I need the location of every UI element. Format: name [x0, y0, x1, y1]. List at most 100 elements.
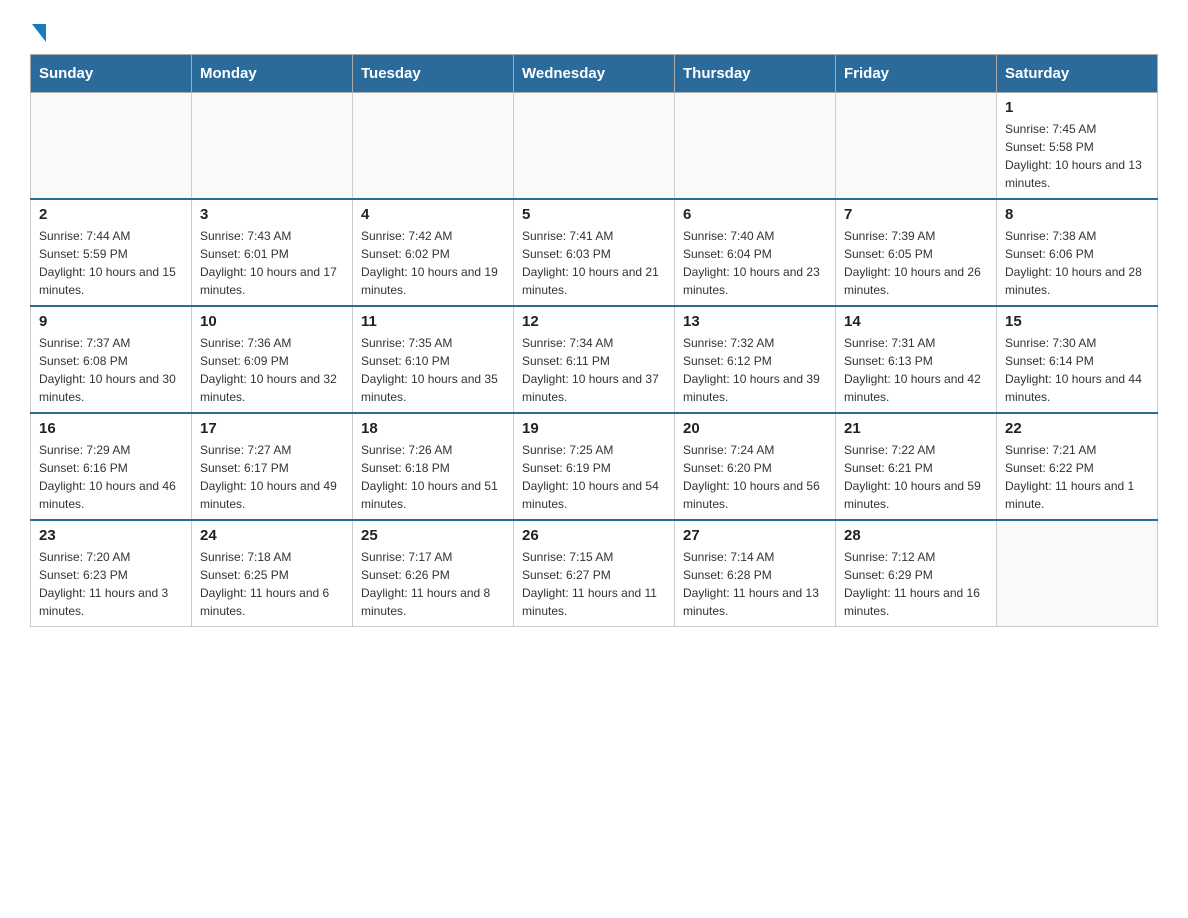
- weekday-header-sunday: Sunday: [31, 55, 192, 93]
- calendar-cell: 18Sunrise: 7:26 AM Sunset: 6:18 PM Dayli…: [353, 413, 514, 520]
- day-number: 7: [844, 206, 988, 223]
- day-info: Sunrise: 7:22 AM Sunset: 6:21 PM Dayligh…: [844, 441, 988, 513]
- calendar-cell: 27 Sunrise: 7:14 AM Sunset: 6:28 PM Dayli…: [675, 520, 836, 627]
- day-info: Sunrise: 7:36 AM Sunset: 6:09 PM Dayligh…: [200, 334, 344, 406]
- day-info: Sunrise: 7:20 AM Sunset: 6:23 PM Dayligh…: [39, 548, 183, 620]
- calendar-cell: 11Sunrise: 7:35 AM Sunset: 6:10 PM Dayli…: [353, 306, 514, 413]
- calendar-cell: [997, 520, 1158, 627]
- day-info: Sunrise: 7:45 AM Sunset: 5:58 PM Dayligh…: [1005, 120, 1149, 192]
- calendar-cell: 14Sunrise: 7:31 AM Sunset: 6:13 PM Dayli…: [836, 306, 997, 413]
- day-number: 26: [522, 527, 666, 544]
- day-number: 14: [844, 313, 988, 330]
- calendar-cell: 9 Sunrise: 7:37 AM Sunset: 6:08 PM Daylig…: [31, 306, 192, 413]
- calendar-table: SundayMondayTuesdayWednesdayThursdayFrid…: [30, 54, 1158, 627]
- day-number: 1: [1005, 99, 1149, 116]
- day-number: 5: [522, 206, 666, 223]
- calendar-cell: 8 Sunrise: 7:38 AM Sunset: 6:06 PM Daylig…: [997, 199, 1158, 306]
- day-number: 4: [361, 206, 505, 223]
- day-number: 11: [361, 313, 505, 330]
- day-number: 22: [1005, 420, 1149, 437]
- day-info: Sunrise: 7:17 AM Sunset: 6:26 PM Dayligh…: [361, 548, 505, 620]
- calendar-cell: 1 Sunrise: 7:45 AM Sunset: 5:58 PM Daylig…: [997, 93, 1158, 200]
- day-number: 6: [683, 206, 827, 223]
- day-number: 8: [1005, 206, 1149, 223]
- calendar-cell: 23 Sunrise: 7:20 AM Sunset: 6:23 PM Dayli…: [31, 520, 192, 627]
- calendar-cell: [675, 93, 836, 200]
- weekday-header-monday: Monday: [192, 55, 353, 93]
- day-info: Sunrise: 7:40 AM Sunset: 6:04 PM Dayligh…: [683, 227, 827, 299]
- day-number: 20: [683, 420, 827, 437]
- page-header: [30, 20, 1158, 38]
- calendar-cell: [192, 93, 353, 200]
- weekday-header-wednesday: Wednesday: [514, 55, 675, 93]
- day-number: 15: [1005, 313, 1149, 330]
- calendar-cell: 6 Sunrise: 7:40 AM Sunset: 6:04 PM Daylig…: [675, 199, 836, 306]
- calendar-cell: 16 Sunrise: 7:29 AM Sunset: 6:16 PM Dayli…: [31, 413, 192, 520]
- day-info: Sunrise: 7:37 AM Sunset: 6:08 PM Dayligh…: [39, 334, 183, 406]
- day-info: Sunrise: 7:42 AM Sunset: 6:02 PM Dayligh…: [361, 227, 505, 299]
- day-number: 19: [522, 420, 666, 437]
- calendar-cell: 7 Sunrise: 7:39 AM Sunset: 6:05 PM Daylig…: [836, 199, 997, 306]
- day-info: Sunrise: 7:30 AM Sunset: 6:14 PM Dayligh…: [1005, 334, 1149, 406]
- logo: [30, 20, 46, 38]
- calendar-cell: 22 Sunrise: 7:21 AM Sunset: 6:22 PM Dayli…: [997, 413, 1158, 520]
- weekday-header-friday: Friday: [836, 55, 997, 93]
- day-info: Sunrise: 7:39 AM Sunset: 6:05 PM Dayligh…: [844, 227, 988, 299]
- day-info: Sunrise: 7:21 AM Sunset: 6:22 PM Dayligh…: [1005, 441, 1149, 513]
- weekday-header-row: SundayMondayTuesdayWednesdayThursdayFrid…: [31, 55, 1158, 93]
- calendar-cell: 21 Sunrise: 7:22 AM Sunset: 6:21 PM Dayli…: [836, 413, 997, 520]
- day-number: 17: [200, 420, 344, 437]
- day-info: Sunrise: 7:41 AM Sunset: 6:03 PM Dayligh…: [522, 227, 666, 299]
- day-number: 25: [361, 527, 505, 544]
- calendar-cell: 5 Sunrise: 7:41 AM Sunset: 6:03 PM Daylig…: [514, 199, 675, 306]
- day-info: Sunrise: 7:18 AM Sunset: 6:25 PM Dayligh…: [200, 548, 344, 620]
- weekday-header-tuesday: Tuesday: [353, 55, 514, 93]
- calendar-cell: 17 Sunrise: 7:27 AM Sunset: 6:17 PM Dayli…: [192, 413, 353, 520]
- day-number: 10: [200, 313, 344, 330]
- day-info: Sunrise: 7:38 AM Sunset: 6:06 PM Dayligh…: [1005, 227, 1149, 299]
- day-info: Sunrise: 7:27 AM Sunset: 6:17 PM Dayligh…: [200, 441, 344, 513]
- calendar-cell: 28 Sunrise: 7:12 AM Sunset: 6:29 PM Dayli…: [836, 520, 997, 627]
- logo-arrow-icon: [32, 24, 46, 42]
- calendar-cell: 3 Sunrise: 7:43 AM Sunset: 6:01 PM Daylig…: [192, 199, 353, 306]
- calendar-cell: 13 Sunrise: 7:32 AM Sunset: 6:12 PM Dayli…: [675, 306, 836, 413]
- calendar-week-row: 2 Sunrise: 7:44 AM Sunset: 5:59 PM Daylig…: [31, 199, 1158, 306]
- day-number: 16: [39, 420, 183, 437]
- calendar-week-row: 16 Sunrise: 7:29 AM Sunset: 6:16 PM Dayli…: [31, 413, 1158, 520]
- day-info: Sunrise: 7:14 AM Sunset: 6:28 PM Dayligh…: [683, 548, 827, 620]
- day-info: Sunrise: 7:44 AM Sunset: 5:59 PM Dayligh…: [39, 227, 183, 299]
- day-number: 18: [361, 420, 505, 437]
- day-info: Sunrise: 7:34 AM Sunset: 6:11 PM Dayligh…: [522, 334, 666, 406]
- weekday-header-saturday: Saturday: [997, 55, 1158, 93]
- calendar-cell: 2 Sunrise: 7:44 AM Sunset: 5:59 PM Daylig…: [31, 199, 192, 306]
- day-info: Sunrise: 7:12 AM Sunset: 6:29 PM Dayligh…: [844, 548, 988, 620]
- day-number: 21: [844, 420, 988, 437]
- day-number: 28: [844, 527, 988, 544]
- day-number: 12: [522, 313, 666, 330]
- day-number: 24: [200, 527, 344, 544]
- day-number: 3: [200, 206, 344, 223]
- calendar-cell: 24 Sunrise: 7:18 AM Sunset: 6:25 PM Dayli…: [192, 520, 353, 627]
- calendar-cell: 4 Sunrise: 7:42 AM Sunset: 6:02 PM Daylig…: [353, 199, 514, 306]
- calendar-cell: [31, 93, 192, 200]
- calendar-cell: [353, 93, 514, 200]
- day-number: 23: [39, 527, 183, 544]
- day-number: 13: [683, 313, 827, 330]
- calendar-cell: [514, 93, 675, 200]
- day-info: Sunrise: 7:29 AM Sunset: 6:16 PM Dayligh…: [39, 441, 183, 513]
- day-number: 9: [39, 313, 183, 330]
- calendar-week-row: 23 Sunrise: 7:20 AM Sunset: 6:23 PM Dayli…: [31, 520, 1158, 627]
- calendar-cell: 25 Sunrise: 7:17 AM Sunset: 6:26 PM Dayli…: [353, 520, 514, 627]
- calendar-week-row: 1 Sunrise: 7:45 AM Sunset: 5:58 PM Daylig…: [31, 93, 1158, 200]
- calendar-week-row: 9 Sunrise: 7:37 AM Sunset: 6:08 PM Daylig…: [31, 306, 1158, 413]
- calendar-cell: 10 Sunrise: 7:36 AM Sunset: 6:09 PM Dayli…: [192, 306, 353, 413]
- day-info: Sunrise: 7:43 AM Sunset: 6:01 PM Dayligh…: [200, 227, 344, 299]
- weekday-header-thursday: Thursday: [675, 55, 836, 93]
- day-info: Sunrise: 7:24 AM Sunset: 6:20 PM Dayligh…: [683, 441, 827, 513]
- day-number: 27: [683, 527, 827, 544]
- day-info: Sunrise: 7:32 AM Sunset: 6:12 PM Dayligh…: [683, 334, 827, 406]
- calendar-cell: 15 Sunrise: 7:30 AM Sunset: 6:14 PM Dayli…: [997, 306, 1158, 413]
- day-number: 2: [39, 206, 183, 223]
- calendar-cell: 20 Sunrise: 7:24 AM Sunset: 6:20 PM Dayli…: [675, 413, 836, 520]
- calendar-cell: 26Sunrise: 7:15 AM Sunset: 6:27 PM Dayli…: [514, 520, 675, 627]
